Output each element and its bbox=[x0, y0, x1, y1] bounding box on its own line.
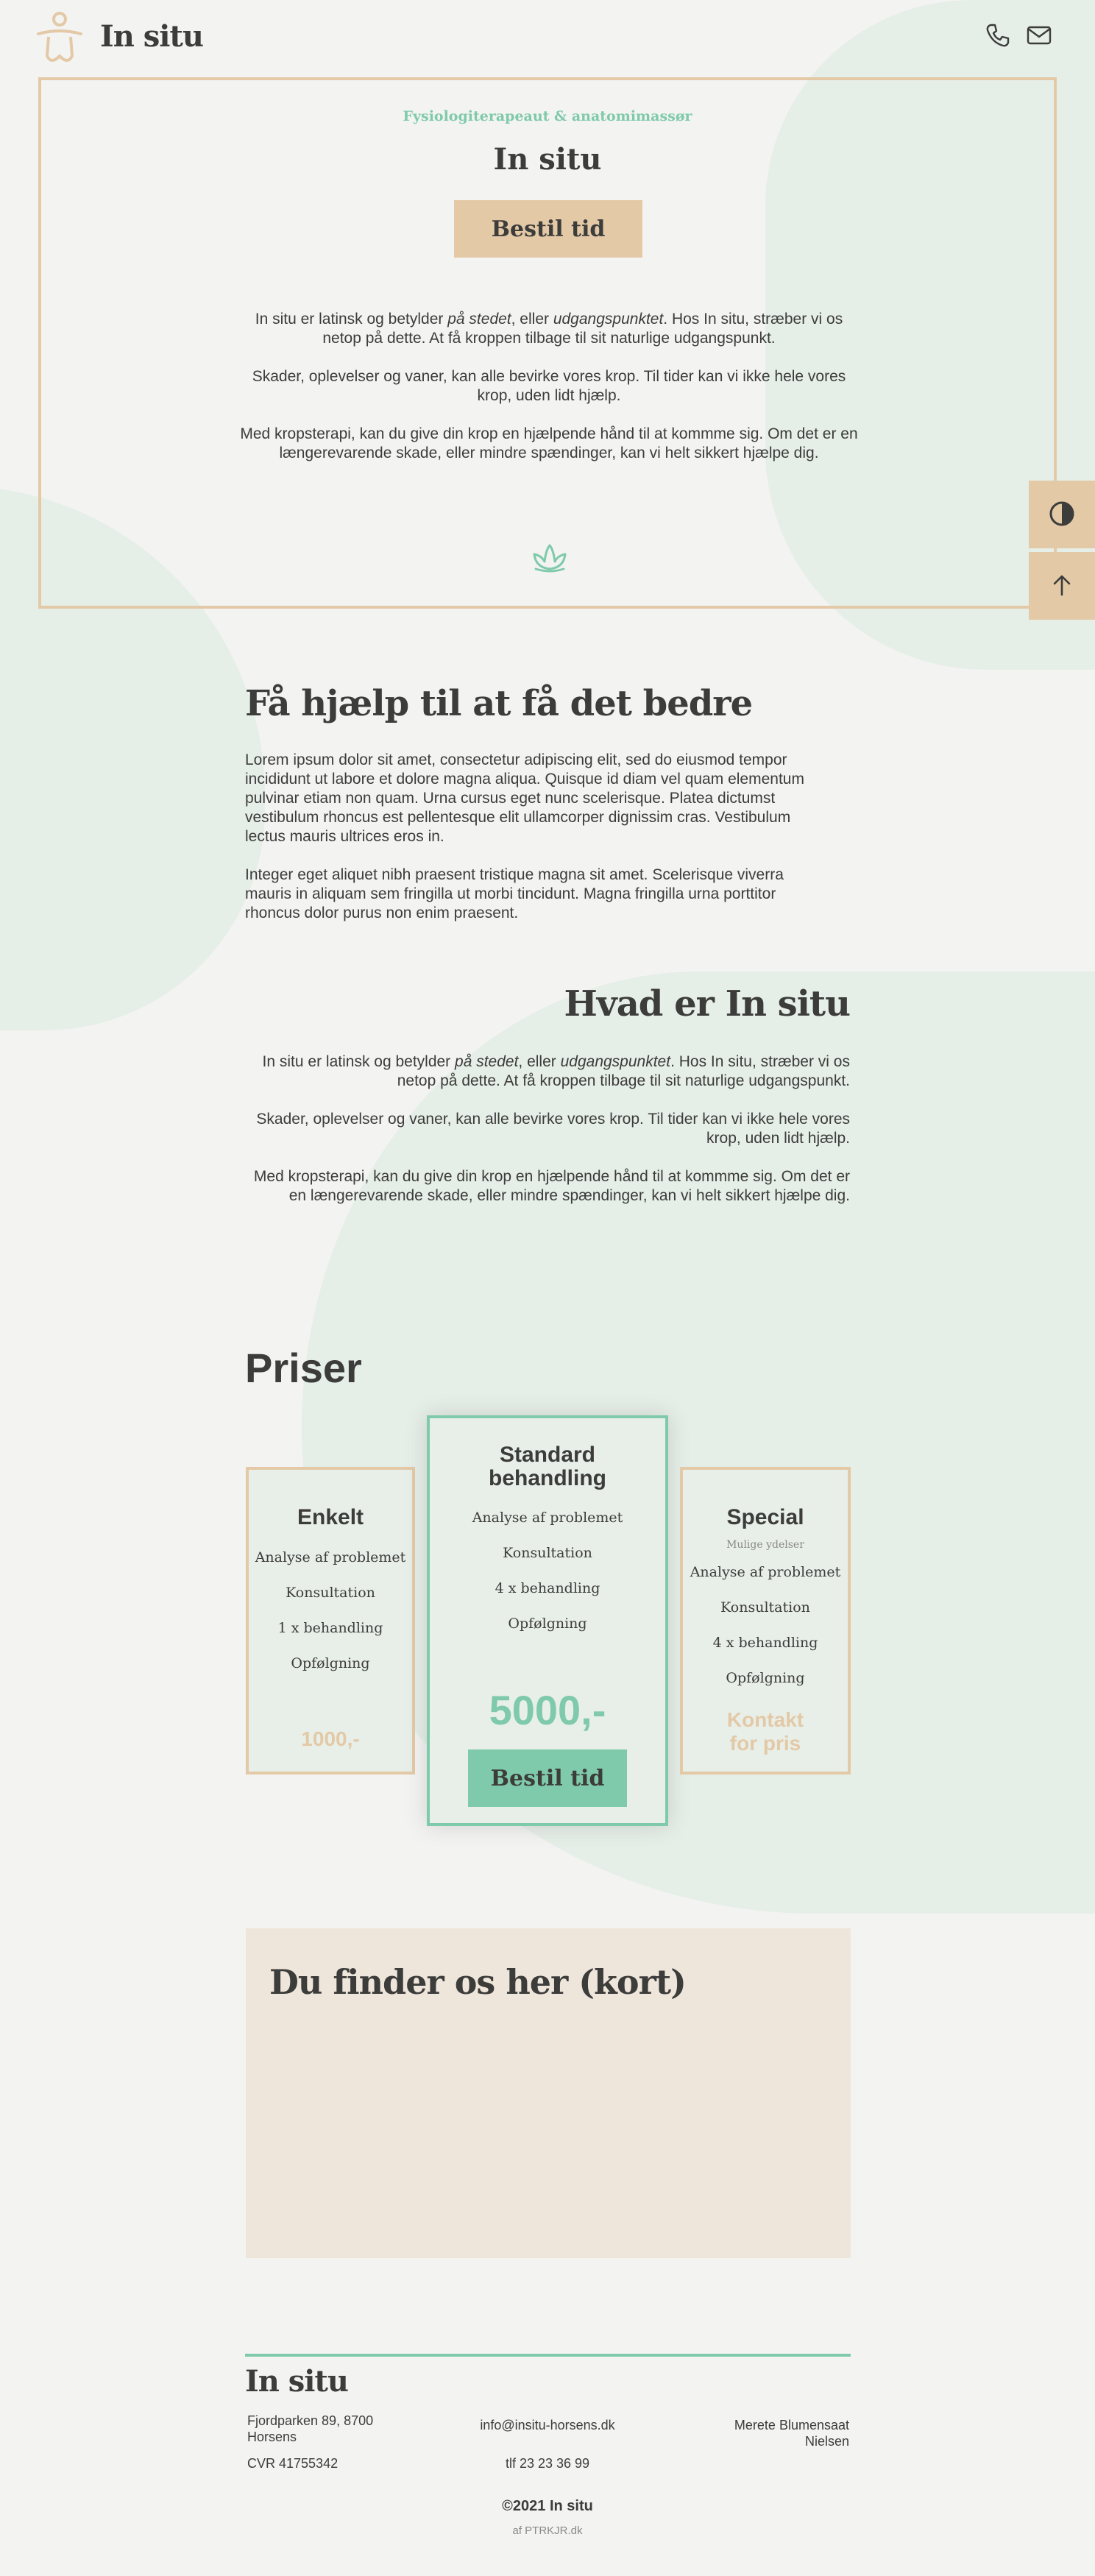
help-title: Få hjælp til at få det bedre bbox=[245, 683, 753, 724]
hero-paragraph: Med kropsterapi, kan du give din krop en… bbox=[240, 425, 858, 461]
phone-icon[interactable] bbox=[985, 22, 1011, 49]
feature-list: Analyse af problemet Konsultation 4 x be… bbox=[683, 1564, 848, 1686]
feature-item: Opfølgning bbox=[508, 1616, 587, 1632]
map-section[interactable]: Du finder os her (kort) bbox=[246, 1928, 851, 2258]
feature-item: Konsultation bbox=[286, 1585, 375, 1601]
price-label: 5000,- bbox=[489, 1687, 606, 1733]
feature-item: 1 x behandling bbox=[277, 1620, 383, 1636]
feature-list: Analyse af problemet Konsultation 1 x be… bbox=[249, 1549, 412, 1671]
brand-name[interactable]: In situ bbox=[100, 19, 204, 54]
footer-brand: In situ bbox=[245, 2364, 349, 2399]
hero-paragraph: Skader, oplevelser og vaner, kan alle be… bbox=[252, 368, 846, 404]
book-appointment-button[interactable]: Bestil tid bbox=[454, 200, 642, 258]
map-title: Du finder os her (kort) bbox=[269, 1962, 687, 2002]
feature-item: Analyse af problemet bbox=[690, 1564, 841, 1580]
about-paragraph: Med kropsterapi, kan du give din krop en… bbox=[253, 1168, 850, 1204]
feature-item: Konsultation bbox=[503, 1545, 592, 1561]
contrast-toggle-icon bbox=[1047, 499, 1077, 531]
about-paragraph: Skader, oplevelser og vaner, kan alle be… bbox=[256, 1111, 850, 1147]
contrast-toggle-button[interactable] bbox=[1029, 481, 1095, 548]
footer-owner: Merete Blumensaat Nielsen bbox=[734, 2418, 849, 2449]
hero-paragraph: In situ er latinsk og betylder på stedet… bbox=[255, 311, 843, 347]
card-title: Special bbox=[726, 1505, 804, 1529]
help-paragraph: Integer eget aliquet nibh praesent trist… bbox=[245, 866, 784, 921]
help-text: Lorem ipsum dolor sit amet, consectetur … bbox=[245, 751, 826, 942]
card-note: Mulige ydelser bbox=[726, 1539, 804, 1551]
feature-item: 4 x behandling bbox=[712, 1635, 818, 1651]
hero-intro: In situ er latinsk og betylder på stedet… bbox=[240, 310, 858, 482]
price-label: 1000,- bbox=[301, 1727, 360, 1750]
price-card-enkelt: Enkelt Analyse af problemet Konsultation… bbox=[246, 1467, 415, 1774]
price-card-special: Special Mulige ydelser Analyse af proble… bbox=[680, 1467, 851, 1774]
footer-address: Fjordparken 89, 8700 Horsens bbox=[247, 2413, 374, 2444]
feature-list: Analyse af problemet Konsultation 4 x be… bbox=[430, 1510, 665, 1632]
hero-title: In situ bbox=[493, 142, 602, 177]
card-title: Standard behandling bbox=[489, 1443, 606, 1490]
scroll-to-top-button[interactable] bbox=[1029, 552, 1095, 620]
hero-section: Fysiologiterapeaut & anatomimassør In si… bbox=[38, 77, 1057, 609]
feature-item: Konsultation bbox=[720, 1599, 810, 1616]
feature-item: Opfølgning bbox=[726, 1670, 805, 1686]
card-title: Enkelt bbox=[297, 1505, 364, 1529]
footer-phone-link[interactable]: tlf 23 23 36 99 bbox=[400, 2455, 695, 2471]
about-text: In situ er latinsk og betylder på stedet… bbox=[245, 1052, 850, 1225]
feature-item: 4 x behandling bbox=[495, 1580, 600, 1596]
footer-cvr: CVR 41755342 bbox=[247, 2456, 339, 2471]
help-paragraph: Lorem ipsum dolor sit amet, consectetur … bbox=[245, 751, 804, 845]
lotus-icon bbox=[530, 539, 570, 575]
feature-item: Analyse af problemet bbox=[472, 1510, 623, 1526]
price-card-standard: Standard behandling Analyse af problemet… bbox=[427, 1415, 668, 1826]
copyright: ©2021 In situ bbox=[502, 2498, 593, 2514]
arrow-up-icon bbox=[1049, 573, 1074, 600]
hero-subtitle: Fysiologiterapeaut & anatomimassør bbox=[403, 108, 692, 124]
mail-icon[interactable] bbox=[1026, 22, 1052, 49]
prices-title: Priser bbox=[245, 1345, 362, 1391]
feature-item: Analyse af problemet bbox=[255, 1549, 406, 1565]
person-logo-icon[interactable] bbox=[35, 12, 84, 66]
footer-divider bbox=[245, 2354, 851, 2357]
price-label: Kontakt for pris bbox=[726, 1708, 804, 1755]
about-paragraph: In situ er latinsk og betylder på stedet… bbox=[262, 1053, 850, 1089]
about-title: Hvad er In situ bbox=[564, 983, 851, 1025]
book-standard-button[interactable]: Bestil tid bbox=[468, 1749, 627, 1807]
footer-email-link[interactable]: info@insitu-horsens.dk bbox=[400, 2417, 695, 2433]
credit-link[interactable]: af PTRKJR.dk bbox=[400, 2524, 695, 2537]
feature-item: Opfølgning bbox=[291, 1655, 370, 1671]
